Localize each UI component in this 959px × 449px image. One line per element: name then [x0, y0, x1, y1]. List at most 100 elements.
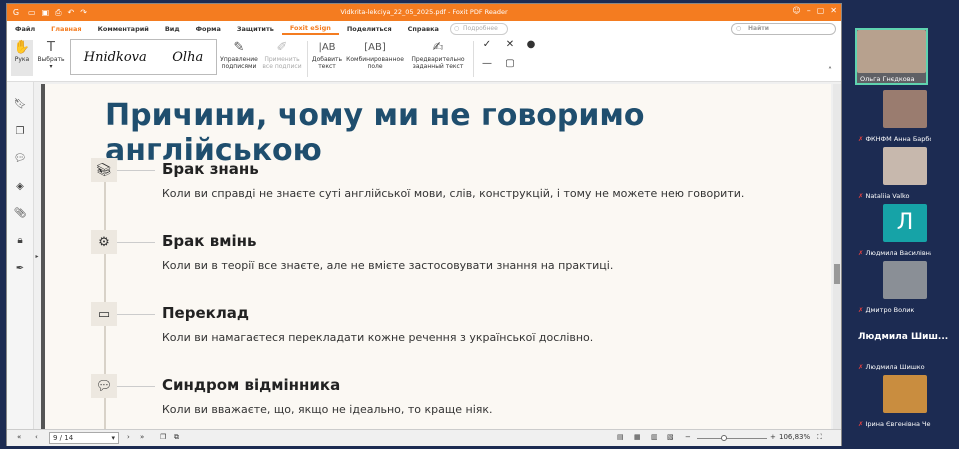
item-description: Коли ви справді не знаєте суті англійськ…	[162, 187, 745, 200]
read-mode-icon[interactable]: ▤	[617, 433, 624, 441]
zoom-level[interactable]: 106,83%	[779, 433, 810, 441]
speech-bubble-icon: 💬︎	[91, 374, 117, 398]
line-icon[interactable]: —	[481, 59, 493, 69]
zoom-slider-knob[interactable]	[721, 435, 727, 441]
scrollbar-thumb[interactable]	[834, 264, 840, 284]
prev-page-icon[interactable]: ‹	[35, 433, 38, 441]
zoom-in-icon[interactable]: +	[770, 433, 776, 441]
item-title: Синдром відмінника	[162, 376, 341, 394]
rectangle-icon[interactable]: ▢	[504, 59, 516, 69]
skills-icon: ⚙	[91, 230, 117, 254]
chevron-down-icon: ▾	[111, 434, 115, 442]
vertical-scrollbar[interactable]	[833, 84, 841, 429]
facing-view-icon[interactable]: ▥	[651, 433, 658, 441]
menu-comment[interactable]: Комментарий	[90, 25, 157, 33]
participant-name: ✗ Nataliia Valko	[858, 192, 910, 200]
signature-settings-icon: ✎	[233, 40, 245, 55]
menu-view[interactable]: Вид	[157, 25, 188, 33]
search-icon: ○	[736, 25, 742, 32]
security-icon[interactable]: 🔒︎	[13, 234, 27, 248]
collapse-ribbon-icon[interactable]: ˄	[825, 67, 835, 75]
cross-mark-icon[interactable]: ✕	[504, 40, 516, 50]
manage-signatures-button[interactable]: ✎ Управление подписями	[219, 40, 259, 70]
hand-icon: ✋	[13, 40, 31, 55]
layers-icon[interactable]: ◈	[13, 180, 27, 194]
connector-line	[117, 242, 155, 243]
signature-text: Hnidkova	[83, 49, 147, 65]
connector-line	[117, 170, 155, 171]
continuous-view-icon[interactable]: ▦	[634, 433, 641, 441]
select-tool-button[interactable]: T Выбрать ▾	[37, 40, 65, 70]
participant-tile[interactable]: ✗ФКНФМ Анна Барболіна	[855, 86, 931, 143]
bookmark-icon[interactable]: 🔖︎	[13, 98, 27, 112]
participant-video	[883, 90, 927, 128]
signature-panel-icon[interactable]: ✒	[13, 262, 27, 276]
next-page-icon[interactable]: ›	[127, 433, 130, 441]
participant-tile[interactable]: Людмила Шиш... ✗ Людмила Шишко	[855, 314, 948, 371]
thumbnail-view-icon[interactable]: ▧	[667, 433, 674, 441]
participant-tile[interactable]: Ольга Гнєдкова	[855, 28, 928, 85]
signature-text-2: Olha	[172, 49, 204, 65]
zoom-slider[interactable]	[697, 438, 767, 439]
item-description: Коли ви намагаєтеся перекладати кожне ре…	[162, 331, 594, 344]
mic-muted-icon: ✗	[858, 192, 864, 200]
page-number-field[interactable]: 9 / 14 ▾	[49, 432, 119, 444]
single-page-view-icon[interactable]: ❐	[160, 433, 166, 441]
zoom-out-icon[interactable]: −	[685, 433, 691, 441]
ribbon: ✋ Рука T Выбрать ▾ Hnidkova Olha ✎ Управ…	[7, 37, 841, 82]
predefined-text-button[interactable]: ✍ Предварительно заданный текст	[407, 40, 469, 70]
search-input[interactable]: ○ Найти	[731, 23, 836, 35]
expand-panel-icon[interactable]: ▸	[34, 250, 40, 264]
last-page-icon[interactable]: »	[140, 433, 144, 441]
apply-all-signatures-button[interactable]: ✐ Применить все подписи	[261, 40, 303, 70]
predefined-text-icon: ✍	[432, 40, 444, 55]
participant-tile[interactable]: Л ✗Людмила Василівна К	[855, 200, 931, 257]
combo-field-button[interactable]: [AB] Комбинированное поле	[345, 40, 405, 70]
participant-video	[883, 261, 927, 299]
minimize-icon[interactable]: –	[807, 6, 811, 15]
menu-home[interactable]: Главная	[43, 25, 89, 33]
first-page-icon[interactable]: «	[17, 433, 21, 441]
menu-foxit-esign[interactable]: Foxit eSign	[281, 24, 339, 35]
menu-protect[interactable]: Защитить	[229, 25, 282, 33]
books-icon: 📚︎	[91, 158, 117, 182]
close-icon[interactable]: ✕	[830, 6, 837, 15]
participant-name: ✗Ірина Євгенівна Черн	[858, 420, 931, 428]
menu-help[interactable]: Справка	[400, 25, 447, 33]
menu-share[interactable]: Поделиться	[339, 25, 400, 33]
menu-file[interactable]: Файл	[7, 25, 43, 33]
pages-icon[interactable]: ❐	[13, 125, 27, 139]
participant-tile[interactable]: ✗ Дмитро Волик	[855, 257, 928, 314]
mic-muted-icon: ✗	[858, 420, 864, 428]
item-title: Брак знань	[162, 160, 259, 178]
signature-gallery[interactable]: Hnidkova Olha	[70, 39, 217, 75]
item-title: Брак вмінь	[162, 232, 257, 250]
dot-icon[interactable]: ●	[525, 40, 537, 50]
maximize-icon[interactable]: ▢	[817, 6, 825, 15]
tell-me-field[interactable]: ○ Подробнее	[450, 23, 508, 35]
attachment-icon[interactable]: 📎︎	[13, 207, 27, 221]
translate-icon: ▭	[91, 302, 117, 326]
add-text-label: Добавить текст	[311, 56, 343, 70]
participant-tile[interactable]: ✗ Nataliia Valko	[855, 143, 928, 200]
account-icon[interactable]: ☺	[792, 6, 800, 15]
mic-muted-icon: ✗	[858, 363, 864, 371]
select-label: Выбрать	[37, 56, 65, 63]
participant-big-name: Людмила Шиш...	[858, 332, 949, 342]
slide-heading: Причини, чому ми не говоримо англійською	[105, 98, 645, 168]
participant-tile[interactable]: ✗Ірина Євгенівна Черн	[855, 371, 931, 428]
checkmark-icon[interactable]: ✓	[481, 40, 493, 50]
combo-field-icon: [AB]	[364, 42, 386, 53]
item-description: Коли ви в теорії все знаєте, але не вміє…	[162, 259, 614, 272]
comments-icon[interactable]: 💬︎	[13, 152, 27, 166]
hand-tool-button[interactable]: ✋ Рука	[11, 40, 33, 76]
add-text-button[interactable]: |AB Добавить текст	[310, 40, 344, 70]
add-text-icon: |AB	[318, 42, 336, 53]
pen-icon: ✐	[276, 40, 288, 55]
participant-name: ✗ Людмила Шишко	[858, 363, 925, 371]
menu-form[interactable]: Форма	[188, 25, 229, 33]
apply-all-label: Применить все подписи	[262, 56, 302, 70]
extract-page-icon[interactable]: ⧉	[174, 433, 179, 442]
fit-page-icon[interactable]: ⛶	[817, 433, 822, 442]
connector-line	[117, 314, 155, 315]
